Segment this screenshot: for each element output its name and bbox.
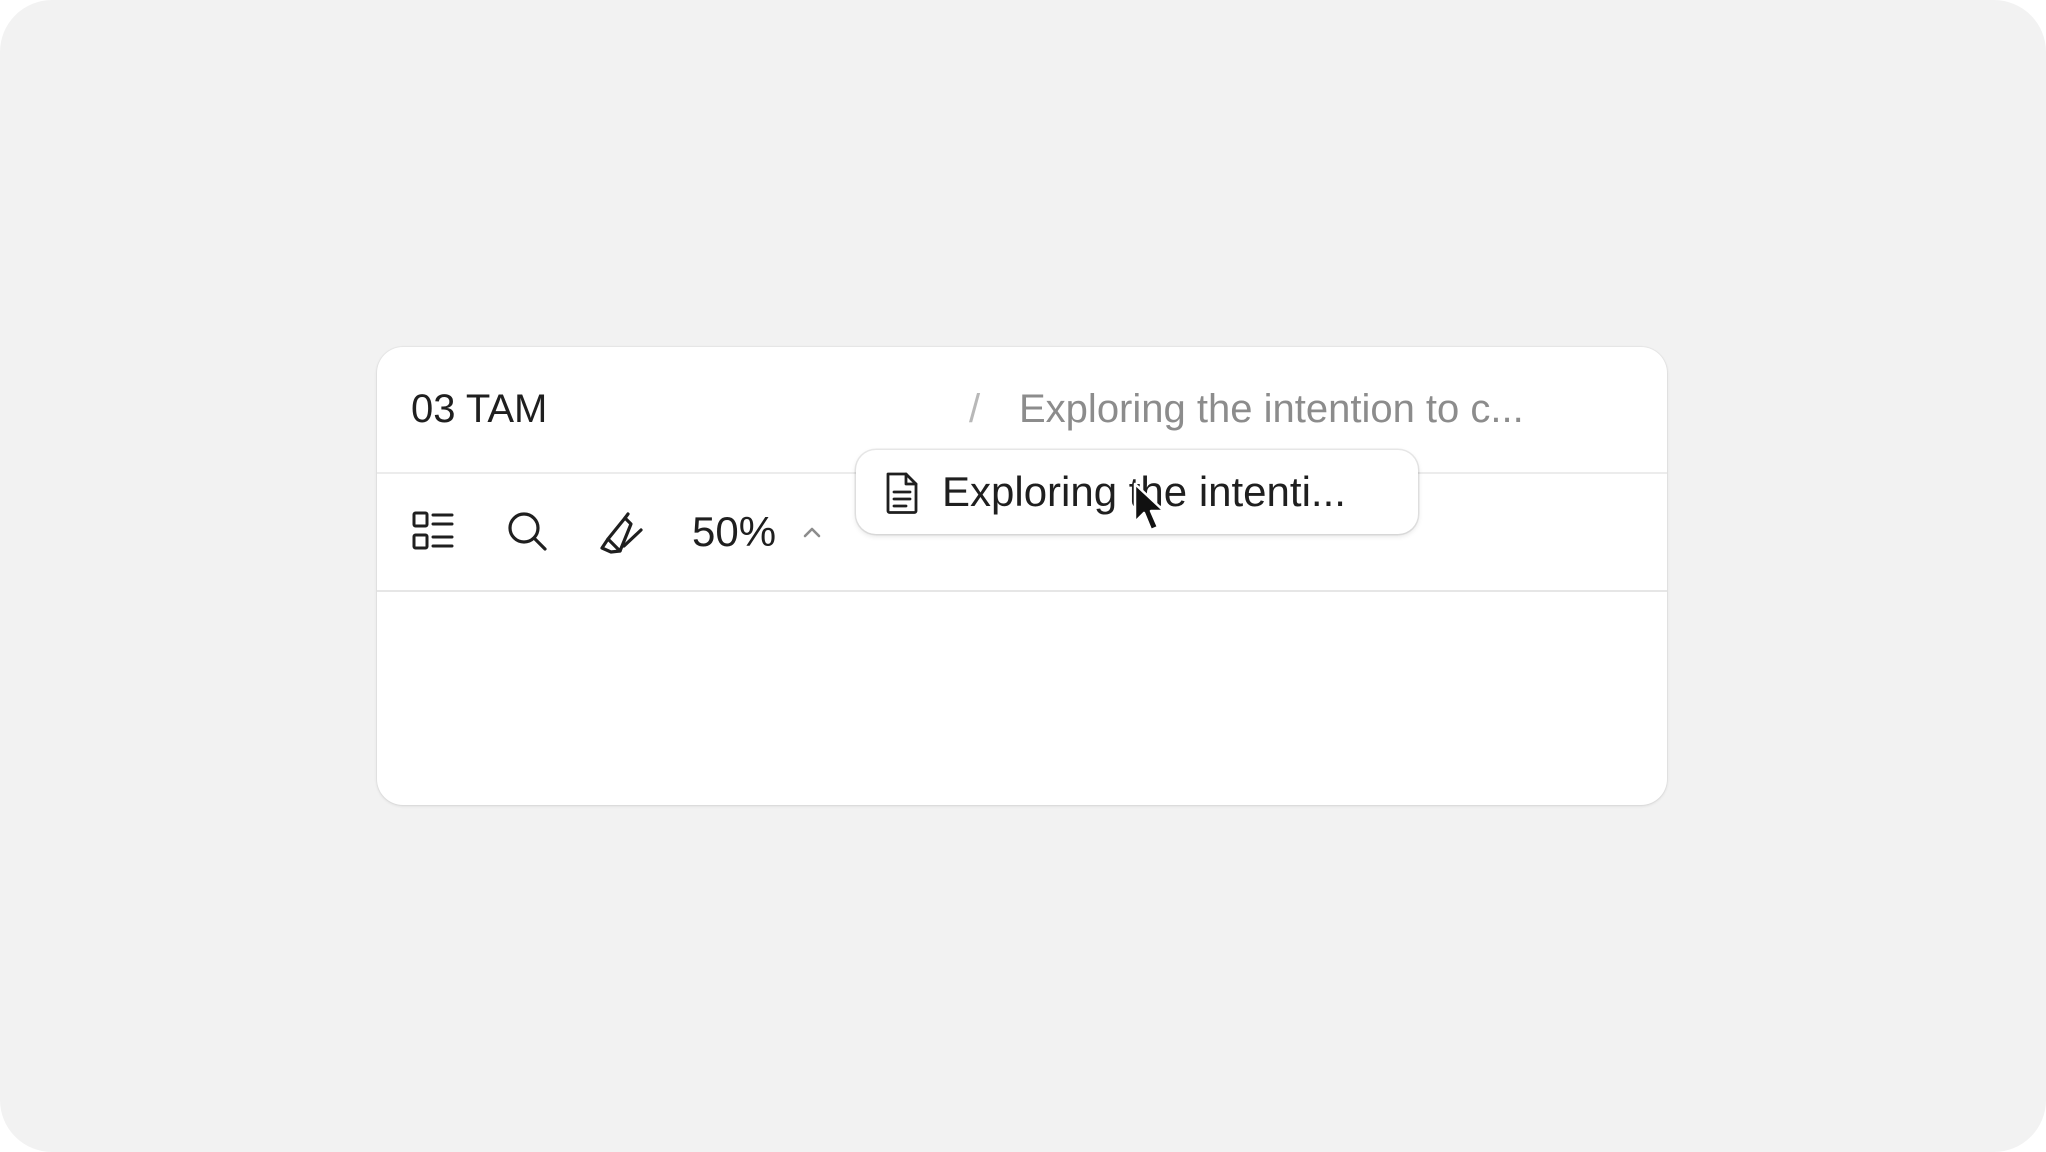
document-icon [886, 472, 918, 514]
breadcrumb-root[interactable]: 03 TAM [411, 385, 547, 433]
highlighter-icon [600, 512, 643, 554]
breadcrumb-separator: / [969, 387, 981, 431]
app-background: 03 TAM / Exploring the intention to c... [0, 0, 2046, 1152]
search-icon [508, 512, 547, 551]
zoom-level[interactable]: 50% [692, 508, 776, 556]
list-grid-icon [412, 511, 454, 550]
search-button[interactable] [503, 507, 551, 555]
outline-button[interactable] [409, 507, 457, 555]
highlight-button[interactable] [597, 507, 645, 555]
document-viewer-panel: 03 TAM / Exploring the intention to c... [377, 347, 1667, 805]
breadcrumb-current-document[interactable]: Exploring the intention to c... [1019, 385, 1524, 433]
chevron-up-icon[interactable] [798, 518, 826, 546]
arrow-cursor-icon [1133, 482, 1166, 532]
